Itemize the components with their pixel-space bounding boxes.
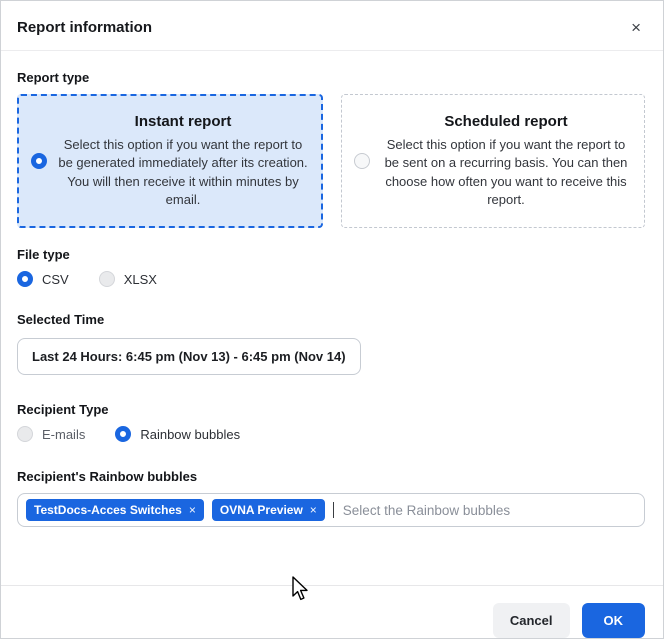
select-placeholder: Select the Rainbow bubbles <box>343 503 510 518</box>
close-icon[interactable]: × <box>631 19 641 36</box>
tag-remove-icon[interactable]: × <box>189 503 196 517</box>
instant-report-description: Select this option if you want the repor… <box>57 136 309 210</box>
scheduled-report-radio[interactable] <box>354 153 370 169</box>
xlsx-radio[interactable] <box>99 271 115 287</box>
rainbow-bubbles-select-input[interactable]: TestDocs-Acces Switches × OVNA Preview ×… <box>17 493 645 527</box>
emails-radio[interactable] <box>17 426 33 442</box>
instant-report-title: Instant report <box>57 113 309 130</box>
rainbow-bubbles-label: Rainbow bubbles <box>140 427 240 442</box>
time-range-picker[interactable]: Last 24 Hours: 6:45 pm (Nov 13) - 6:45 p… <box>17 338 361 375</box>
recipient-type-option-emails[interactable]: E-mails <box>17 426 85 442</box>
tag-testdocs-acces-switches[interactable]: TestDocs-Acces Switches × <box>26 499 204 521</box>
emails-label: E-mails <box>42 427 85 442</box>
instant-report-card[interactable]: Instant report Select this option if you… <box>17 94 323 228</box>
file-type-options: CSV XLSX <box>17 271 645 287</box>
csv-radio[interactable] <box>17 271 33 287</box>
recipient-type-label: Recipient Type <box>17 402 645 417</box>
dialog-title: Report information <box>17 19 152 36</box>
cancel-button[interactable]: Cancel <box>493 603 570 638</box>
scheduled-report-text: Scheduled report Select this option if y… <box>380 113 632 210</box>
file-type-option-csv[interactable]: CSV <box>17 271 69 287</box>
dialog-header: Report information × <box>1 1 663 51</box>
scheduled-report-card[interactable]: Scheduled report Select this option if y… <box>341 94 645 228</box>
file-type-option-xlsx[interactable]: XLSX <box>99 271 157 287</box>
instant-report-radio[interactable] <box>31 153 47 169</box>
selected-time-label: Selected Time <box>17 312 645 327</box>
scheduled-report-description: Select this option if you want the repor… <box>380 136 632 210</box>
text-caret <box>333 502 334 518</box>
tag-label: OVNA Preview <box>220 503 303 517</box>
report-type-label: Report type <box>17 70 645 85</box>
tag-label: TestDocs-Acces Switches <box>34 503 182 517</box>
ok-button[interactable]: OK <box>582 603 646 638</box>
recipients-label: Recipient's Rainbow bubbles <box>17 469 645 484</box>
scheduled-report-title: Scheduled report <box>380 113 632 130</box>
report-type-cards: Instant report Select this option if you… <box>17 94 645 228</box>
recipient-type-options: E-mails Rainbow bubbles <box>17 426 645 442</box>
recipient-type-option-rainbow-bubbles[interactable]: Rainbow bubbles <box>115 426 240 442</box>
tag-remove-icon[interactable]: × <box>310 503 317 517</box>
tag-ovna-preview[interactable]: OVNA Preview × <box>212 499 325 521</box>
dialog-content: Report type Instant report Select this o… <box>1 51 663 585</box>
dialog-footer: Cancel OK <box>1 585 663 638</box>
xlsx-label: XLSX <box>124 272 157 287</box>
file-type-label: File type <box>17 247 645 262</box>
instant-report-text: Instant report Select this option if you… <box>57 113 309 210</box>
report-information-dialog: Report information × Report type Instant… <box>0 0 664 639</box>
rainbow-bubbles-radio[interactable] <box>115 426 131 442</box>
csv-label: CSV <box>42 272 69 287</box>
